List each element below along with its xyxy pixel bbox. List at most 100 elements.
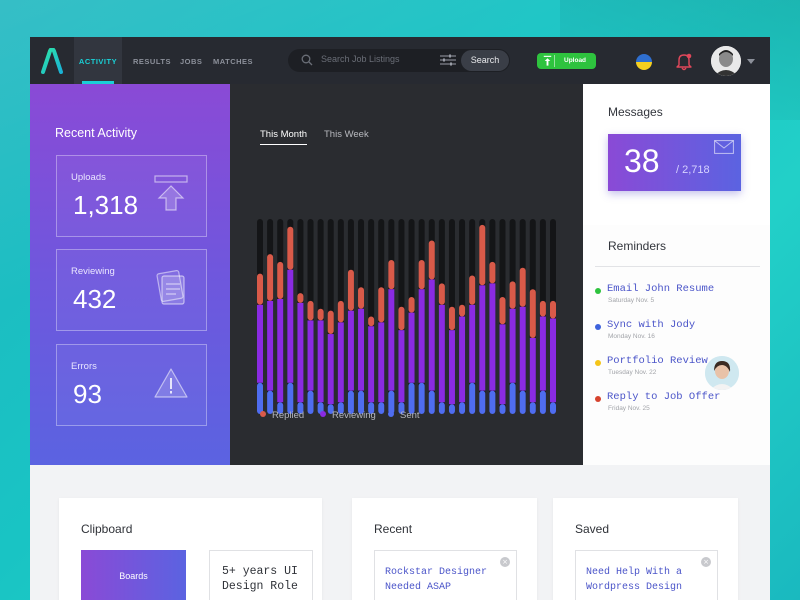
messages-card[interactable]: 38 / 2,718 [608, 134, 741, 191]
bar-segment-replied[interactable] [358, 287, 365, 309]
bar-segment-reviewing[interactable] [499, 324, 506, 405]
bar-segment-reviewing[interactable] [378, 322, 385, 403]
bar-segment-sent[interactable] [479, 390, 486, 414]
bar-segment-replied[interactable] [368, 316, 375, 327]
account-dropdown-chevron-icon[interactable] [747, 59, 755, 64]
bar-segment-sent[interactable] [550, 402, 556, 414]
stat-card-uploads[interactable]: Uploads 1,318 [56, 155, 207, 237]
bar-segment-sent[interactable] [378, 402, 385, 414]
bar-segment-replied[interactable] [327, 310, 334, 335]
bar-segment-sent[interactable] [469, 382, 476, 414]
close-icon[interactable]: × [701, 557, 711, 567]
bar-segment-sent[interactable] [459, 402, 466, 414]
bar-segment-replied[interactable] [529, 289, 536, 338]
bar-segment-replied[interactable] [287, 226, 294, 270]
nav-tab-matches[interactable]: MATCHES [213, 37, 253, 84]
bar-segment-sent[interactable] [519, 390, 526, 414]
bar-segment-reviewing[interactable] [489, 283, 496, 391]
bar-segment-replied[interactable] [257, 273, 263, 305]
nav-tab-jobs[interactable]: JOBS [180, 37, 202, 84]
bar-segment-replied[interactable] [479, 224, 486, 286]
recent-note[interactable]: Rockstar Designer Needed ASAP × [374, 550, 517, 600]
bar-segment-reviewing[interactable] [257, 304, 263, 383]
bar-segment-replied[interactable] [408, 297, 415, 313]
stat-card-errors[interactable]: Errors 93 [56, 344, 207, 426]
bar-segment-reviewing[interactable] [479, 285, 486, 391]
bar-segment-sent[interactable] [448, 404, 455, 414]
clipboard-note[interactable]: 5+ years UI Design Role [209, 550, 313, 600]
bar-segment-reviewing[interactable] [418, 289, 425, 383]
bar-segment-sent[interactable] [489, 390, 496, 414]
bar-segment-reviewing[interactable] [438, 304, 445, 403]
bar-segment-sent[interactable] [499, 404, 506, 414]
bar-segment-replied[interactable] [519, 267, 526, 307]
bar-segment-replied[interactable] [448, 306, 455, 331]
bar-segment-reviewing[interactable] [550, 318, 556, 403]
nav-tab-activity[interactable]: ACTIVITY [74, 37, 122, 84]
bar-segment-replied[interactable] [277, 261, 284, 299]
user-avatar[interactable] [711, 46, 741, 76]
bar-segment-reviewing[interactable] [408, 312, 415, 383]
bar-segment-replied[interactable] [307, 300, 314, 321]
notification-bell-icon[interactable] [676, 51, 692, 71]
bar-segment-replied[interactable] [297, 293, 304, 303]
bar-segment-replied[interactable] [489, 261, 496, 284]
bar-segment-sent[interactable] [529, 402, 536, 414]
bar-segment-replied[interactable] [337, 300, 344, 323]
bar-segment-reviewing[interactable] [448, 330, 455, 405]
bar-segment-reviewing[interactable] [297, 302, 304, 403]
bar-segment-replied[interactable] [459, 304, 466, 317]
bar-segment-replied[interactable] [428, 240, 435, 280]
bar-segment-reviewing[interactable] [287, 269, 294, 383]
bar-segment-replied[interactable] [509, 281, 516, 309]
bar-segment-replied[interactable] [438, 283, 445, 305]
stat-card-reviewing[interactable]: Reviewing 432 [56, 249, 207, 331]
boards-button[interactable]: Boards [81, 550, 186, 600]
bar-segment-sent[interactable] [438, 402, 445, 414]
close-icon[interactable]: × [500, 557, 510, 567]
search-button[interactable]: Search [461, 50, 509, 71]
app-logo-icon[interactable] [40, 48, 64, 74]
bar-segment-replied[interactable] [317, 308, 324, 321]
bar-segment-reviewing[interactable] [337, 322, 344, 403]
bar-segment-replied[interactable] [499, 297, 506, 325]
bar-segment-reviewing[interactable] [327, 334, 334, 405]
language-flag-icon[interactable] [636, 54, 652, 70]
bar-segment-reviewing[interactable] [529, 337, 536, 403]
bar-segment-replied[interactable] [398, 306, 405, 331]
contact-avatar[interactable] [705, 356, 739, 390]
bar-segment-sent[interactable] [539, 390, 546, 414]
bar-segment-replied[interactable] [469, 275, 476, 305]
bar-segment-reviewing[interactable] [267, 300, 274, 391]
bar-segment-reviewing[interactable] [459, 316, 466, 403]
bar-segment-reviewing[interactable] [307, 320, 314, 391]
saved-note[interactable]: Need Help With a Wordpress Design × [575, 550, 718, 600]
bar-segment-reviewing[interactable] [277, 298, 284, 403]
bar-segment-replied[interactable] [550, 300, 556, 319]
bar-segment-replied[interactable] [418, 259, 425, 290]
bar-segment-reviewing[interactable] [358, 308, 365, 391]
bar-segment-reviewing[interactable] [388, 289, 395, 391]
bar-segment-reviewing[interactable] [509, 308, 516, 383]
bar-segment-reviewing[interactable] [519, 306, 526, 391]
bar-segment-sent[interactable] [509, 382, 516, 414]
bar-segment-reviewing[interactable] [539, 316, 546, 391]
upload-button[interactable]: Upload [537, 53, 596, 69]
bar-segment-replied[interactable] [388, 259, 395, 290]
nav-tab-results[interactable]: RESULTS [133, 37, 171, 84]
filter-sliders-icon[interactable] [440, 54, 456, 66]
divider [595, 266, 760, 267]
bar-segment-sent[interactable] [428, 390, 435, 414]
bar-segment-replied[interactable] [378, 287, 385, 323]
bar-segment-reviewing[interactable] [398, 330, 405, 403]
bar-segment-sent[interactable] [307, 390, 314, 414]
bar-segment-replied[interactable] [347, 269, 354, 311]
reminder-text: Sync with Jody [607, 319, 696, 331]
bar-segment-reviewing[interactable] [347, 310, 354, 391]
bar-segment-replied[interactable] [539, 300, 546, 317]
bar-segment-reviewing[interactable] [317, 320, 324, 403]
bar-segment-reviewing[interactable] [428, 279, 435, 391]
bar-segment-reviewing[interactable] [469, 304, 476, 383]
bar-segment-replied[interactable] [267, 254, 274, 301]
bar-segment-reviewing[interactable] [368, 326, 375, 403]
